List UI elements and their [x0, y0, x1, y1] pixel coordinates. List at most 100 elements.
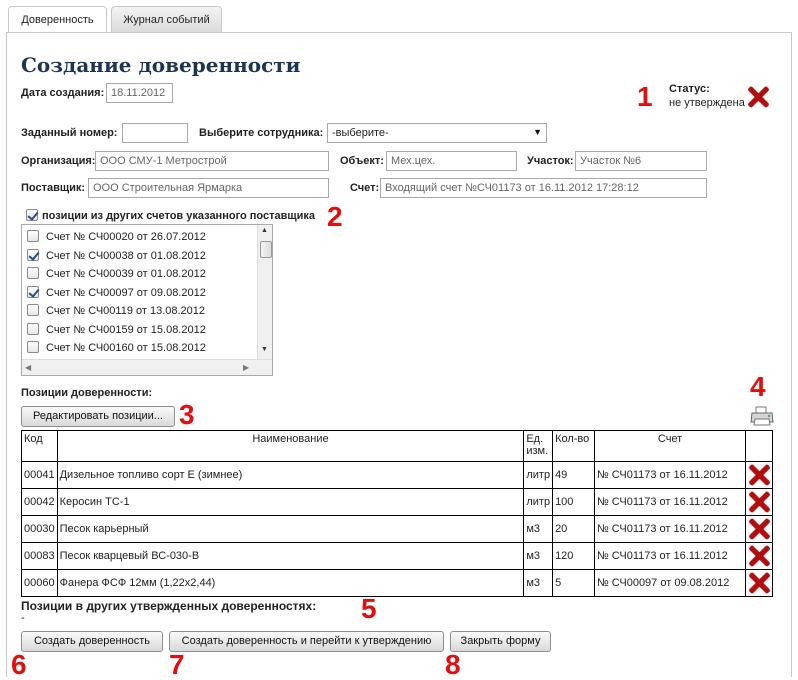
scroll-up-icon[interactable]: ▲: [261, 227, 268, 234]
cell-invoice: № СЧ01173 от 16.11.2012: [593, 515, 747, 543]
list-item-checkbox[interactable]: [27, 304, 39, 316]
site-label: Участок:: [527, 155, 574, 167]
annotation-1: 1: [637, 81, 653, 112]
cell-invoice: № СЧ00097 от 09.08.2012: [593, 569, 747, 597]
object-field: Мех.цех.: [386, 151, 517, 171]
cell-qty: 120: [552, 542, 595, 570]
edit-positions-button[interactable]: Редактировать позиции...: [21, 406, 175, 427]
cell-unit: м3: [523, 515, 554, 543]
scroll-right-icon[interactable]: ▶: [243, 363, 249, 372]
scroll-left-icon[interactable]: ◀: [25, 363, 31, 372]
tab-bar: Доверенность Журнал событий: [0, 0, 798, 34]
cell-qty: 20: [552, 515, 595, 543]
list-item-label: Счет № СЧ00020 от 26.07.2012: [46, 231, 206, 243]
list-item-checkbox[interactable]: [27, 249, 39, 261]
page-title: Создание доверенности: [21, 53, 301, 77]
column-header-unit: Ед. изм.: [523, 430, 554, 462]
horizontal-scrollbar[interactable]: ◀ ▶: [22, 359, 272, 375]
printer-icon[interactable]: [749, 405, 775, 427]
table-row: 00083 Песок кварцевый ВС-030-В м3 120 № …: [21, 542, 773, 570]
cell-invoice: № СЧ01173 от 16.11.2012: [593, 488, 747, 516]
cell-name: Керосин ТС-1: [56, 488, 525, 516]
supplier-label: Поставщик:: [21, 182, 86, 194]
positions-table: Код Наименование Ед. изм. Кол-во Счет 00…: [21, 430, 773, 597]
cell-qty: 5: [552, 569, 595, 597]
list-item-checkbox[interactable]: [27, 230, 39, 242]
column-header-actions: [745, 430, 773, 462]
employee-select-value: -выберите-: [332, 127, 389, 139]
annotation-2: 2: [327, 201, 343, 232]
object-label: Объект:: [340, 155, 384, 167]
tab-event-log[interactable]: Журнал событий: [111, 6, 222, 33]
other-invoices-checkbox[interactable]: [26, 209, 38, 221]
cell-name: Фанера ФСФ 12мм (1,22х2,44): [56, 569, 525, 597]
tab-power-of-attorney[interactable]: Доверенность: [8, 6, 107, 34]
positions-label: Позиции доверенности:: [21, 387, 153, 399]
invoice-list[interactable]: Счет № СЧ00020 от 26.07.2012 Счет № СЧ00…: [21, 224, 273, 376]
cell-delete: [745, 569, 773, 597]
column-header-code: Код: [21, 430, 58, 462]
cell-name: Песок кварцевый ВС-030-В: [56, 542, 525, 570]
annotation-4: 4: [750, 371, 766, 402]
status-value: не утверждена: [669, 97, 745, 109]
other-approved-value: -: [21, 612, 25, 624]
cell-name: Песок карьерный: [56, 515, 525, 543]
table-row: 00060 Фанера ФСФ 12мм (1,22х2,44) м3 5 №…: [21, 569, 773, 597]
list-item-checkbox[interactable]: [27, 267, 39, 279]
annotation-8: 8: [445, 649, 461, 680]
invoice-label: Счет:: [350, 182, 380, 194]
employee-label: Выберите сотрудника:: [199, 127, 324, 139]
column-header-invoice: Счет: [593, 430, 747, 462]
cell-code: 00060: [21, 569, 58, 597]
list-item-label: Счет № СЧ00038 от 01.08.2012: [46, 250, 206, 262]
status-label: Статус:: [669, 83, 710, 95]
cell-name: Дизельное топливо сорт Е (зимнее): [56, 461, 525, 489]
other-invoices-label: позиции из других счетов указанного пост…: [42, 210, 316, 222]
scrollbar-thumb[interactable]: [260, 241, 272, 258]
annotation-5: 5: [361, 593, 377, 624]
cell-delete: [745, 542, 773, 570]
cell-code: 00042: [21, 488, 58, 516]
list-item-label: Счет № СЧ00119 от 13.08.2012: [46, 305, 206, 317]
cell-invoice: № СЧ01173 от 16.11.2012: [593, 461, 747, 489]
table-row: 00041 Дизельное топливо сорт Е (зимнее) …: [21, 461, 773, 489]
delete-x-icon[interactable]: [748, 491, 770, 513]
table-row: 00042 Керосин ТС-1 литр 100 № СЧ01173 от…: [21, 488, 773, 516]
cell-unit: м3: [523, 542, 554, 570]
list-item-checkbox[interactable]: [27, 341, 39, 353]
number-input[interactable]: [122, 123, 188, 143]
delete-x-icon[interactable]: [748, 545, 770, 567]
employee-select[interactable]: -выберите- ▼: [327, 123, 547, 143]
list-item-label: Счет № СЧ00097 от 09.08.2012: [46, 287, 206, 299]
cell-delete: [745, 488, 773, 516]
created-date-field: 18.11.2012: [106, 83, 173, 103]
create-button[interactable]: Создать доверенность: [21, 631, 163, 652]
app-window: Доверенность Журнал событий Создание дов…: [0, 0, 798, 680]
cell-unit: м3: [523, 569, 554, 597]
list-item-label: Счет № СЧ00160 от 15.08.2012: [46, 342, 206, 354]
cell-delete: [745, 515, 773, 543]
table-row: 00030 Песок карьерный м3 20 № СЧ01173 от…: [21, 515, 773, 543]
delete-x-icon[interactable]: [748, 572, 770, 594]
list-item-checkbox[interactable]: [27, 323, 39, 335]
close-form-button[interactable]: Закрыть форму: [450, 631, 551, 652]
cell-qty: 49: [552, 461, 595, 489]
create-and-approve-button[interactable]: Создать доверенность и перейти к утвержд…: [169, 631, 444, 652]
vertical-scrollbar[interactable]: ▲ ▼: [257, 225, 272, 359]
column-header-name: Наименование: [56, 430, 525, 462]
chevron-down-icon: ▼: [533, 127, 542, 137]
delete-x-icon[interactable]: [748, 464, 770, 486]
number-label: Заданный номер:: [21, 127, 118, 139]
scroll-down-icon[interactable]: ▼: [261, 346, 268, 353]
cell-invoice: № СЧ01173 от 16.11.2012: [593, 542, 747, 570]
org-field: ООО СМУ-1 Метрострой: [95, 151, 329, 171]
list-item-label: Счет № СЧ00159 от 15.08.2012: [46, 324, 206, 336]
delete-x-icon[interactable]: [748, 518, 770, 540]
cell-code: 00041: [21, 461, 58, 489]
invoice-field: Входящий счет №СЧ01173 от 16.11.2012 17:…: [380, 178, 707, 198]
cell-delete: [745, 461, 773, 489]
cell-unit: литр: [523, 488, 554, 516]
status-x-icon: [747, 86, 769, 108]
list-item-checkbox[interactable]: [27, 286, 39, 298]
column-header-qty: Кол-во: [552, 430, 595, 462]
